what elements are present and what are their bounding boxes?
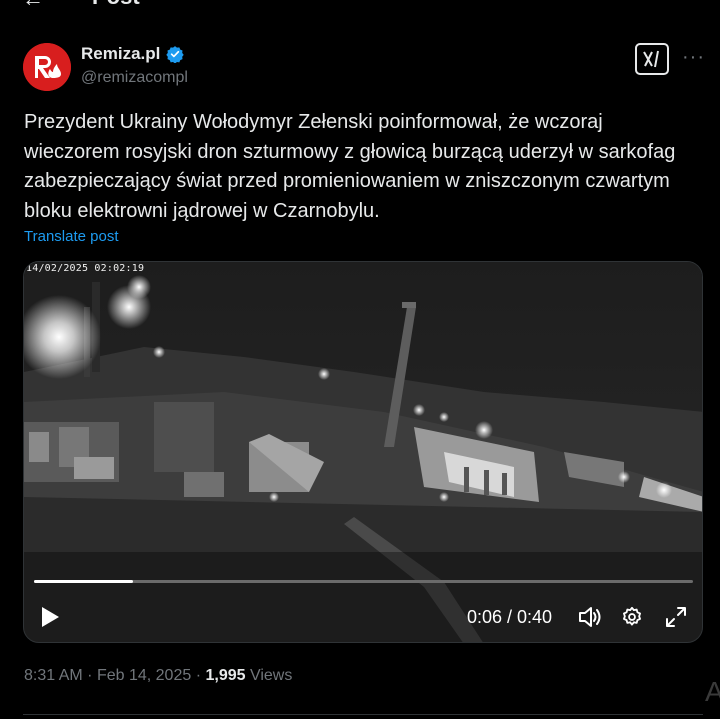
fullscreen-icon[interactable] bbox=[665, 606, 687, 633]
avatar[interactable] bbox=[23, 43, 71, 91]
video-time-display: 0:06 / 0:40 bbox=[467, 607, 553, 627]
post-meta: 8:31 AM · Feb 14, 2025 · 1,995 Views bbox=[24, 667, 292, 685]
author-handle[interactable]: @remizacompl bbox=[81, 69, 188, 87]
meta-separator: · bbox=[87, 667, 97, 684]
divider bbox=[23, 714, 703, 715]
video-progress-fill bbox=[34, 580, 133, 583]
top-bar: ← Post bbox=[0, 0, 720, 14]
video-frame bbox=[24, 262, 702, 642]
video-progress-bar[interactable] bbox=[34, 580, 693, 583]
settings-gear-icon[interactable] bbox=[621, 606, 643, 633]
page-title: Post bbox=[92, 0, 140, 10]
play-icon[interactable] bbox=[40, 606, 60, 633]
verified-badge-icon bbox=[166, 45, 185, 63]
author-display-name[interactable]: Remiza.pl bbox=[81, 44, 160, 64]
post-time[interactable]: 8:31 AM bbox=[24, 667, 83, 684]
post-text: Prezydent Ukrainy Wołodymyr Zełenski poi… bbox=[24, 111, 676, 222]
translate-post-link[interactable]: Translate post bbox=[24, 228, 119, 245]
views-label: Views bbox=[249, 667, 293, 684]
post-date[interactable]: Feb 14, 2025 bbox=[97, 667, 191, 684]
volume-icon[interactable] bbox=[577, 605, 603, 634]
arrow-left-icon[interactable]: ← bbox=[22, 0, 44, 12]
meta-separator: · bbox=[195, 667, 206, 684]
side-glyph: A bbox=[705, 676, 720, 707]
grok-icon[interactable] bbox=[635, 43, 669, 75]
views-count: 1,995 bbox=[205, 667, 246, 684]
more-icon[interactable]: ··· bbox=[682, 46, 705, 69]
video-player[interactable]: 14/02/2025 02:02:19 0:06 / 0:40 bbox=[23, 261, 703, 643]
author-name-row: Remiza.pl bbox=[81, 44, 185, 64]
video-overlay-timestamp: 14/02/2025 02:02:19 bbox=[26, 263, 145, 274]
